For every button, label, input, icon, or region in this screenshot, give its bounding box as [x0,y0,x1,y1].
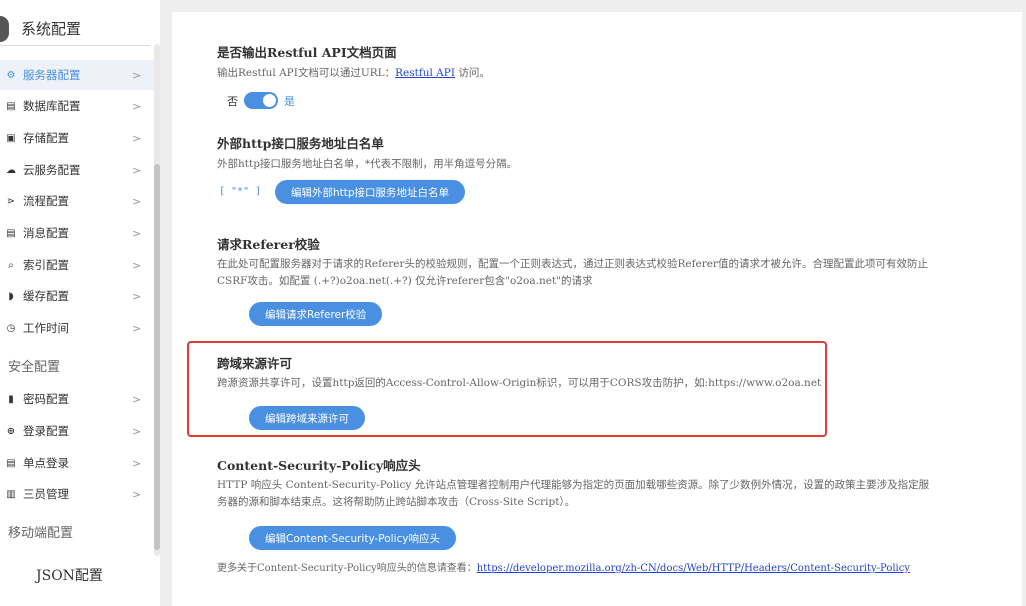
referer-title: 请求Referer校验 [217,237,320,252]
sidebar-item-sso[interactable]: ▤ 单点登录 > [0,448,154,478]
chevron-right-icon: > [132,392,142,406]
sidebar-item-index[interactable]: ⌕ 索引配置 > [0,250,154,280]
chevron-right-icon: > [132,289,142,303]
edit-referer-button[interactable]: 编辑请求Referer校验 [249,302,383,326]
restful-desc: 输出Restful API文档可以通过URL：Restful API 访问。 [217,65,937,82]
chevron-right-icon: > [132,99,142,113]
sidebar-item-server[interactable]: ⚙ 服务器配置 > [0,60,154,90]
sidebar-group-security[interactable]: 安全配置 [8,356,60,375]
csp-desc: HTTP 响应头 Content-Security-Policy 允许站点管理者… [217,479,930,508]
sidebar-item-label: 消息配置 [23,226,69,240]
restful-api-link[interactable]: Restful API [395,67,455,79]
chevron-right-icon: > [132,226,142,240]
chevron-right-icon: > [132,321,142,335]
referer-desc: 在此处可配置服务器对于请求的Referer头的校验规则，配置一个正则表达式，通过… [217,258,928,287]
restful-desc-suffix: 访问。 [454,67,490,79]
chevron-right-icon: > [132,487,142,501]
sidebar-item-label: 索引配置 [23,258,69,272]
cors-title: 跨域来源许可 [217,356,293,371]
sidebar-item-label: 三员管理 [23,487,69,501]
database-icon: ▤ [6,100,16,112]
csp-more-link[interactable]: https://developer.mozilla.org/zh-CN/docs… [477,563,910,574]
clock-icon: ◷ [6,322,16,334]
cors-desc: 跨源资源共享许可，设置http返回的Access-Control-Allow-O… [217,377,822,389]
index-icon: ⌕ [8,259,14,271]
admin-icon: ▥ [6,488,16,500]
sidebar-item-worktime[interactable]: ◷ 工作时间 > [0,313,154,343]
sidebar-item-cloud[interactable]: ☁ 云服务配置 > [0,155,154,185]
main-panel: 是否输出Restful API文档页面 输出Restful API文档可以通过U… [172,12,1022,606]
chevron-right-icon: > [132,68,142,82]
edit-cors-button[interactable]: 编辑跨域来源许可 [249,406,365,430]
sidebar-item-label: 缓存配置 [23,289,69,303]
message-icon: ▤ [6,227,16,239]
whitelist-value: [ "*" ] [219,186,262,197]
sidebar-item-label: 工作时间 [23,321,69,335]
chevron-right-icon: > [132,456,142,470]
sidebar-item-label: 云服务配置 [23,163,81,177]
sidebar-collapse-handle[interactable] [0,15,9,42]
toggle-on-label: 是 [284,94,295,108]
edit-whitelist-button[interactable]: 编辑外部http接口服务地址白名单 [275,180,466,204]
whitelist-desc: 外部http接口服务地址白名单，*代表不限制，用半角逗号分隔。 [217,158,518,170]
server-icon: ⚙ [6,69,16,81]
storage-icon: ▣ [6,132,16,144]
flow-icon: ⋗ [6,195,16,207]
sidebar-item-label: 单点登录 [23,456,69,470]
chevron-right-icon: > [132,424,142,438]
sidebar-item-admin[interactable]: ▥ 三员管理 > [0,479,154,509]
scrollbar-thumb[interactable] [154,164,160,550]
sidebar-item-message[interactable]: ▤ 消息配置 > [0,218,154,248]
csp-more-info: 更多关于Content-Security-Policy响应头的信息请查看：htt… [217,559,910,574]
lock-icon: ▮ [8,393,14,405]
chevron-right-icon: > [132,258,142,272]
restful-title: 是否输出Restful API文档页面 [217,45,397,60]
sidebar-item-label: 登录配置 [23,424,69,438]
sidebar-item-login[interactable]: ⊕ 登录配置 > [0,416,154,446]
sidebar-item-label: 服务器配置 [23,68,81,82]
whitelist-title: 外部http接口服务地址白名单 [217,136,384,151]
chevron-right-icon: > [132,131,142,145]
sidebar-item-password[interactable]: ▮ 密码配置 > [0,384,154,414]
sidebar-item-json[interactable]: JSON配置 [36,565,103,585]
sidebar-title: 系统配置 [21,20,82,38]
sidebar-item-database[interactable]: ▤ 数据库配置 > [0,91,154,121]
chevron-right-icon: > [132,163,142,177]
cloud-icon: ☁ [6,164,16,176]
chevron-right-icon: > [132,194,142,208]
sidebar-scrollbar[interactable] [154,44,160,556]
sidebar-item-cache[interactable]: ◗ 缓存配置 > [0,281,154,311]
edit-csp-button[interactable]: 编辑Content-Security-Policy响应头 [249,526,456,550]
sidebar-item-label: 密码配置 [23,392,69,406]
login-icon: ⊕ [6,425,16,437]
toggle-off-label: 否 [227,94,238,108]
restful-desc-text: 输出Restful API文档可以通过URL： [217,67,396,79]
sidebar-item-label: 存储配置 [23,131,69,145]
csp-more-text: 更多关于Content-Security-Policy响应头的信息请查看： [217,563,477,574]
sidebar: 系统配置 ⚙ 服务器配置 > ▤ 数据库配置 > ▣ 存储配置 > ☁ 云服务配… [0,0,160,606]
sidebar-item-storage[interactable]: ▣ 存储配置 > [0,123,154,153]
sidebar-header: 系统配置 [0,12,150,46]
toggle-knob [263,94,276,107]
restful-toggle-row: 否 是 [227,92,295,109]
sidebar-item-label: 流程配置 [23,194,69,208]
csp-title: Content-Security-Policy响应头 [217,458,421,473]
sidebar-group-mobile[interactable]: 移动端配置 [8,522,73,541]
sidebar-item-label: 数据库配置 [23,99,81,113]
sso-icon: ▤ [6,457,16,469]
sidebar-item-flow[interactable]: ⋗ 流程配置 > [0,186,154,216]
cache-icon: ◗ [8,290,14,302]
restful-toggle[interactable] [244,92,278,109]
